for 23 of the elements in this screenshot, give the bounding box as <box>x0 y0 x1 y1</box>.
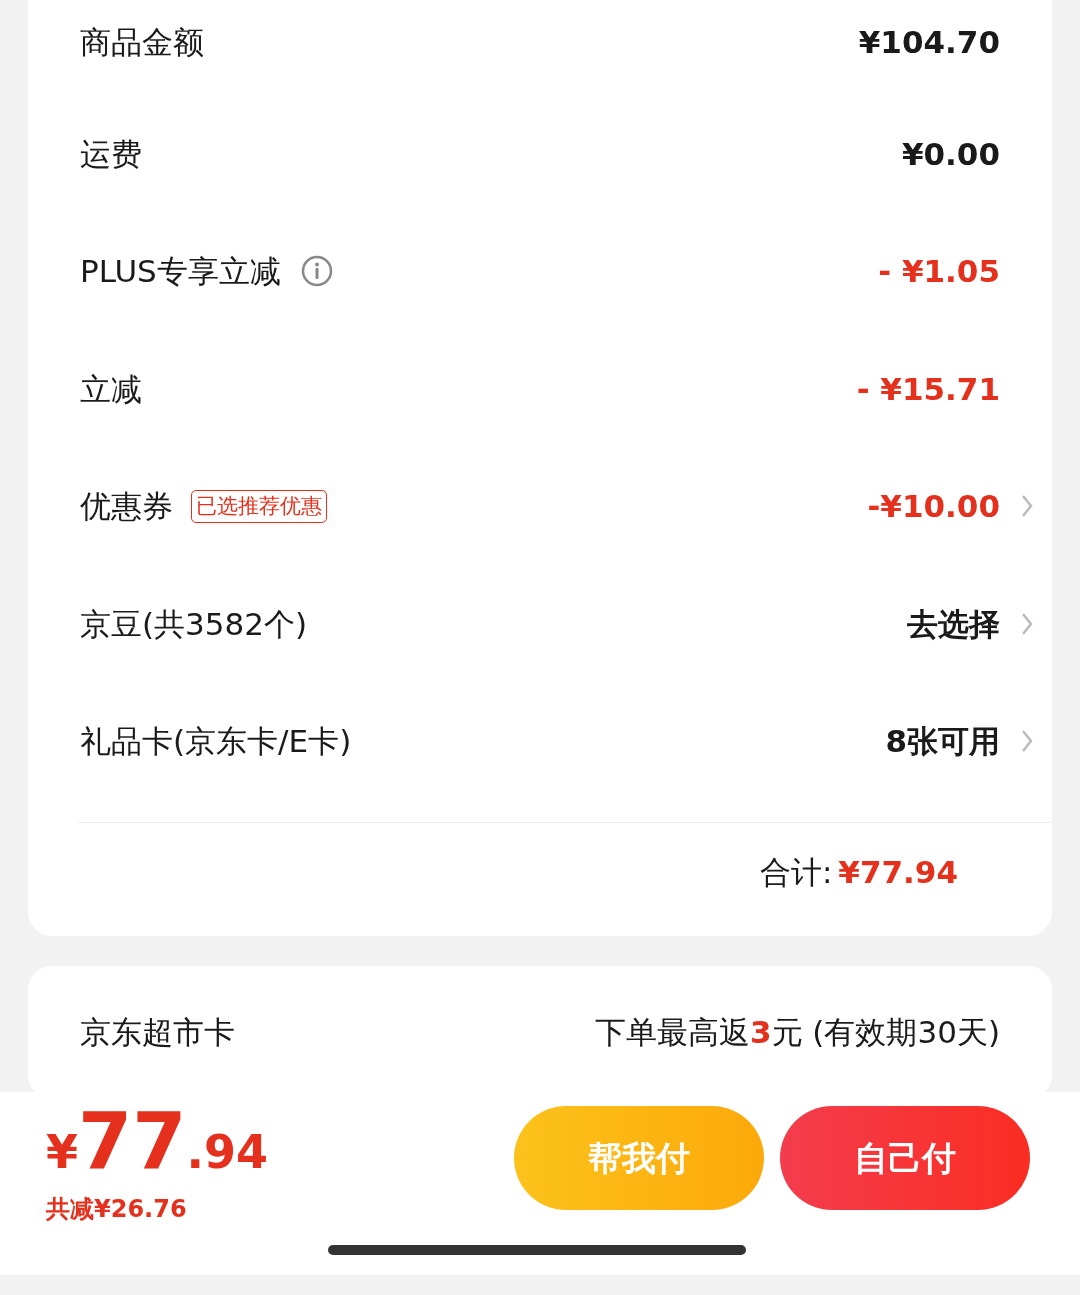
offer-benefit: 下单最高返3元 (有效期30天) <box>594 1012 1000 1052</box>
row-label: 京豆(共3582个) <box>80 604 308 644</box>
savings-text: 共减¥26.76 <box>46 1194 188 1225</box>
row-value: - ¥15.71 <box>856 369 1000 409</box>
row-value: - ¥1.05 <box>878 252 1000 291</box>
offer-label: 京东超市卡 <box>80 1012 235 1052</box>
total-price: ¥77.94 <box>46 1102 269 1187</box>
row-value: ¥0.00 <box>901 134 1000 174</box>
row-label: 立减 <box>80 369 142 409</box>
row-label: PLUS专享立减 <box>80 252 281 291</box>
row-value[interactable]: 8张可用 <box>885 718 1000 765</box>
pay-button[interactable]: 自己付 <box>780 1106 1030 1210</box>
row-label: 礼品卡(京东卡/E卡) <box>80 722 352 761</box>
row-label: 运费 <box>80 134 142 174</box>
row-value[interactable]: 去选择 <box>907 600 1000 647</box>
row-value: ¥104.70 <box>858 22 1000 62</box>
total-label: 合计: <box>759 853 833 892</box>
total-amount: ¥77.94 <box>838 853 958 892</box>
row-label: 商品金额 <box>80 22 204 62</box>
info-icon[interactable] <box>300 255 333 288</box>
row-value[interactable]: -¥10.00 <box>867 483 1000 530</box>
discount-tag: 已选推荐优惠 <box>191 489 327 523</box>
row-label: 优惠券 <box>80 487 173 526</box>
